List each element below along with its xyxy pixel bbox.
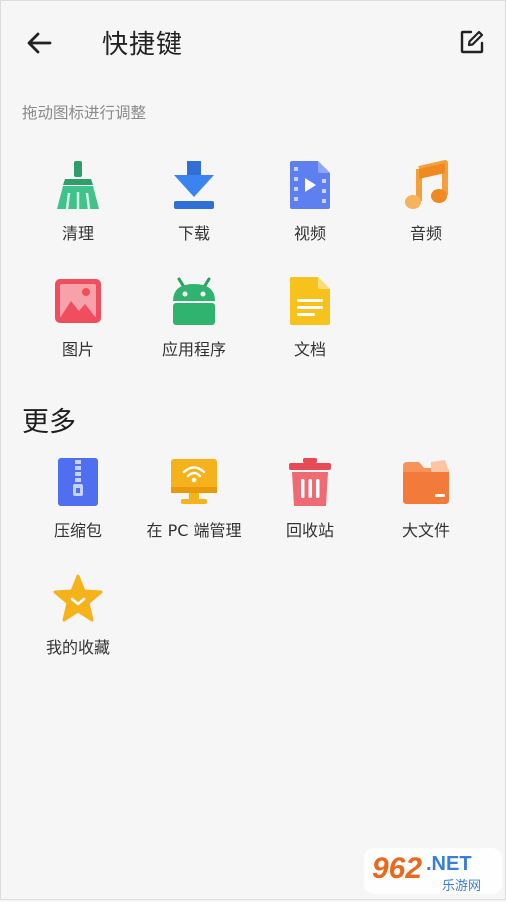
- shortcut-label: 清理: [61, 224, 94, 243]
- watermark-logo: 962 .NET 乐游网: [362, 842, 504, 898]
- page-title: 快捷键: [102, 30, 184, 60]
- more-item-recycle-bin[interactable]: 回收站: [252, 455, 368, 555]
- shortcut-pictures[interactable]: 图片: [20, 274, 136, 374]
- more-item-zip[interactable]: 压缩包: [20, 455, 136, 555]
- music-note-icon: [399, 158, 453, 212]
- shortcut-label: 图片: [61, 340, 94, 359]
- download-icon: [167, 158, 221, 212]
- star-icon: [51, 572, 105, 626]
- edit-icon: [460, 30, 484, 54]
- more-item-large-files[interactable]: 大文件: [368, 455, 484, 555]
- shortcut-download[interactable]: 下载: [136, 158, 252, 258]
- shortcut-audio[interactable]: 音频: [368, 158, 484, 258]
- more-item-pc-manage[interactable]: 在 PC 端管理: [136, 455, 252, 555]
- more-item-label: 我的收藏: [45, 638, 110, 657]
- shortcut-documents[interactable]: 文档: [252, 274, 368, 374]
- shortcut-label: 文档: [293, 340, 326, 359]
- broom-icon: [51, 158, 105, 212]
- more-item-label: 回收站: [285, 521, 334, 540]
- shortcut-clean[interactable]: 清理: [20, 158, 136, 258]
- edit-button[interactable]: [456, 26, 488, 58]
- shortcut-apps[interactable]: 应用程序: [136, 274, 252, 374]
- screen-frame: [0, 0, 506, 900]
- android-icon: [167, 274, 221, 328]
- more-item-label: 大文件: [401, 521, 450, 540]
- more-item-favorites[interactable]: 我的收藏: [20, 572, 136, 672]
- svg-text:962: 962: [372, 852, 422, 885]
- image-icon: [51, 274, 105, 328]
- shortcut-label: 视频: [293, 224, 326, 243]
- back-button[interactable]: [22, 26, 56, 60]
- shortcut-video[interactable]: 视频: [252, 158, 368, 258]
- svg-text:乐游网: 乐游网: [442, 879, 481, 894]
- pc-wifi-icon: [167, 455, 221, 509]
- folder-icon: [399, 455, 453, 509]
- more-item-label: 压缩包: [53, 521, 102, 540]
- shortcut-label: 下载: [177, 224, 210, 243]
- arrow-left-icon: [27, 32, 52, 54]
- trash-icon: [283, 455, 337, 509]
- svg-text:.NET: .NET: [426, 853, 472, 875]
- section-title-more: 更多: [22, 407, 76, 438]
- shortcut-label: 应用程序: [161, 340, 226, 359]
- video-file-icon: [283, 158, 337, 212]
- shortcut-label: 音频: [409, 224, 442, 243]
- zip-icon: [51, 455, 105, 509]
- drag-hint: 拖动图标进行调整: [22, 104, 147, 122]
- document-icon: [283, 274, 337, 328]
- header: 快捷键: [0, 0, 506, 86]
- more-item-label: 在 PC 端管理: [146, 521, 242, 540]
